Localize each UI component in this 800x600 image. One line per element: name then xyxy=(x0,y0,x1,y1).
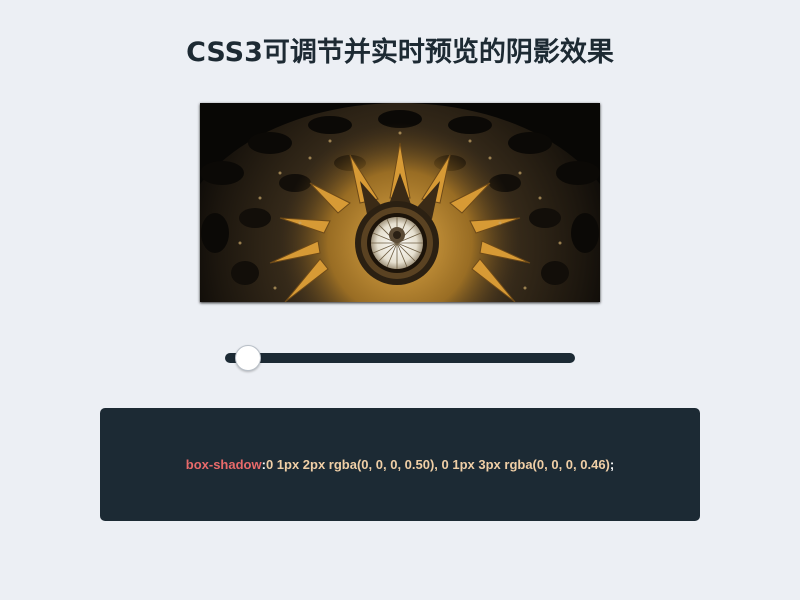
shadow-preview-image xyxy=(200,103,600,302)
slider-track[interactable] xyxy=(225,353,575,363)
css-code-output: box-shadow : 0 1px 2px rgba(0, 0, 0, 0.5… xyxy=(100,408,700,521)
css-property-value: 0 1px 2px rgba(0, 0, 0, 0.50), 0 1px 3px… xyxy=(265,457,610,472)
css-property-name: box-shadow xyxy=(185,457,262,472)
css-terminator: ; xyxy=(609,457,615,472)
page: CSS3可调节并实时预览的阴影效果 box-shadow: 0 1px 2px… xyxy=(0,0,800,600)
shadow-intensity-slider[interactable] xyxy=(225,344,577,374)
slider-thumb[interactable] xyxy=(234,345,261,371)
page-title: CSS3可调节并实时预览的阴影效果 xyxy=(186,37,614,68)
